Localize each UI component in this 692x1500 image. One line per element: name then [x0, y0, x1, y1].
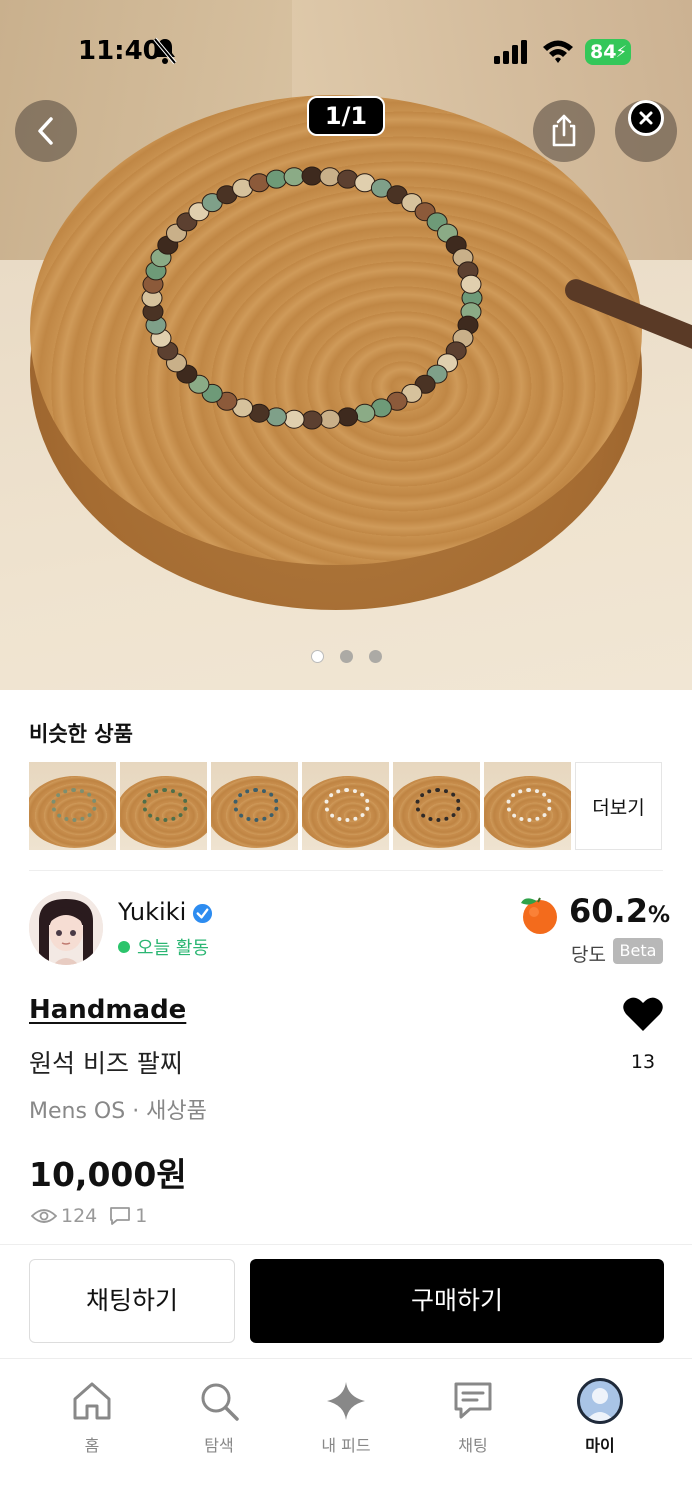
profile-icon — [577, 1378, 623, 1424]
more-similar-button[interactable]: 더보기 — [575, 762, 662, 850]
bracelet-bead — [337, 169, 359, 189]
share-button[interactable] — [533, 100, 595, 162]
chat-button[interactable]: 채팅하기 — [29, 1259, 235, 1343]
bracelet-bead — [265, 407, 287, 427]
bracelet-bead — [337, 407, 359, 427]
product-price: 10,000원 — [29, 1155, 187, 1194]
like-count: 13 — [630, 1051, 656, 1073]
similar-item-thumbnail[interactable] — [302, 762, 389, 850]
bell-muted-icon — [153, 37, 177, 65]
similar-items-list: 더보기 — [29, 762, 662, 850]
wifi-icon — [543, 40, 573, 63]
seller-score: 60.2% — [569, 892, 670, 930]
product-name: 원석 비즈 팔찌 — [29, 1049, 183, 1078]
bracelet-bead — [301, 410, 323, 430]
heart-icon[interactable] — [622, 995, 664, 1033]
divider — [0, 1244, 692, 1245]
tab-label: 마이 — [585, 1436, 615, 1455]
cellular-signal-icon — [494, 40, 527, 64]
product-brand-link[interactable]: Handmade — [29, 995, 186, 1025]
similar-item-thumbnail[interactable] — [393, 762, 480, 850]
bracelet-bead — [301, 166, 323, 186]
bracelet-bead — [319, 409, 341, 429]
back-button[interactable] — [15, 100, 77, 162]
tab-label: 탐색 — [204, 1436, 234, 1455]
similar-item-thumbnail[interactable] — [211, 762, 298, 850]
charging-bolt-icon: ⚡ — [615, 42, 627, 61]
tab-label: 내 피드 — [321, 1436, 371, 1455]
tab-label: 채팅 — [458, 1436, 488, 1455]
chevron-left-icon — [38, 117, 53, 145]
home-icon — [73, 1382, 111, 1420]
product-meta: Mens OS · 새상품 — [29, 1099, 207, 1124]
comment-count: 1 — [135, 1205, 148, 1227]
verified-badge-icon — [192, 903, 213, 924]
online-dot-icon — [118, 941, 130, 953]
bracelet-bead — [248, 173, 270, 193]
bracelet-bead — [319, 167, 341, 187]
tangerine-icon — [521, 897, 557, 934]
similar-item-thumbnail[interactable] — [120, 762, 207, 850]
close-button[interactable] — [628, 100, 664, 136]
chat-icon — [454, 1382, 492, 1419]
image-counter: 1/1 — [307, 96, 385, 136]
gallery-dot[interactable] — [310, 650, 324, 663]
buy-button[interactable]: 구매하기 — [250, 1259, 664, 1343]
view-count: 124 — [61, 1205, 98, 1227]
seller-name[interactable]: Yukiki — [118, 898, 186, 926]
gallery-dots — [0, 648, 692, 667]
eye-icon — [31, 1209, 57, 1223]
similar-items-title: 비슷한 상품 — [29, 722, 133, 746]
beta-badge: Beta — [613, 938, 663, 964]
status-time: 11:40 — [78, 36, 161, 66]
product-stats: 124 1 — [31, 1205, 147, 1227]
seller-avatar[interactable] — [29, 891, 103, 965]
tab-label: 홈 — [84, 1436, 100, 1455]
gallery-dot[interactable] — [339, 650, 353, 663]
close-icon — [639, 111, 653, 125]
seller-score-label: 당도 — [571, 944, 606, 966]
bracelet-bead — [354, 403, 376, 423]
similar-item-thumbnail[interactable] — [29, 762, 116, 850]
share-icon — [552, 114, 576, 147]
tab-chat[interactable]: 채팅 — [418, 1378, 528, 1456]
tab-explore[interactable]: 탐색 — [164, 1378, 274, 1456]
tab-home[interactable]: 홈 — [37, 1378, 147, 1456]
bracelet-bead — [265, 169, 287, 189]
bracelet-bead — [283, 409, 305, 429]
tab-my[interactable]: 마이 — [545, 1378, 655, 1456]
bracelet-bead — [460, 274, 482, 294]
divider — [0, 1358, 692, 1359]
avatar-illustration — [29, 891, 103, 965]
search-icon — [201, 1383, 239, 1421]
gallery-dot[interactable] — [368, 650, 382, 663]
comment-icon — [110, 1207, 131, 1225]
similar-item-thumbnail[interactable] — [484, 762, 571, 850]
profile-silhouette — [585, 1388, 615, 1421]
sparkle-icon — [327, 1382, 365, 1420]
tab-my-feed[interactable]: 내 피드 — [291, 1378, 401, 1456]
bracelet-bead — [283, 167, 305, 187]
seller-activity: 오늘 활동 — [118, 934, 209, 960]
divider — [29, 870, 663, 871]
battery-indicator: 84 ⚡ — [585, 39, 631, 65]
